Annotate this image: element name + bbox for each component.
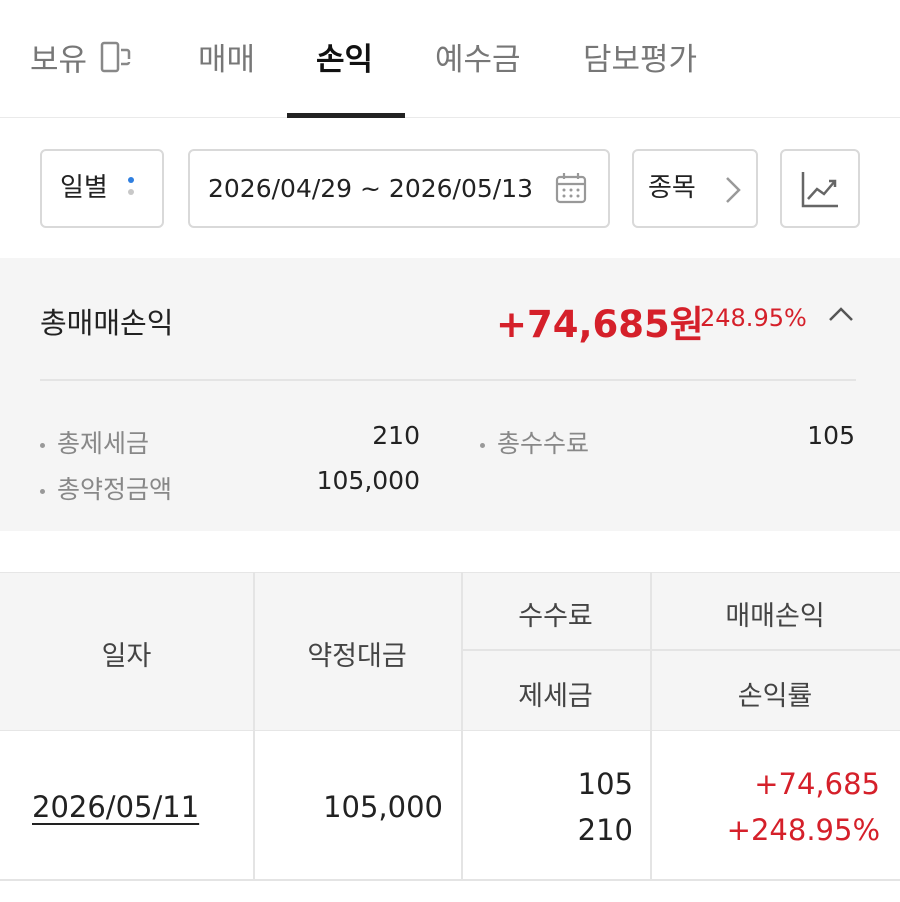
line-chart-icon [800,169,840,213]
row-contract-amount: 105,000 [323,790,443,824]
total-fee-value: 105 [807,421,855,450]
summary-title: 총매매손익 [40,306,174,340]
total-fee-label: 총수수료 [480,424,589,460]
tab-profit-loss[interactable]: 손익 [316,40,373,80]
row-pnl-rate: +248.95% [726,813,880,847]
header-pnl-rate: 손익률 [737,681,813,712]
header-tax: 제세금 [518,681,593,712]
date-range-text: 2026/04/29 ~ 2026/05/13 [208,174,534,203]
row-tax: 210 [577,813,633,847]
active-tab-indicator [287,113,405,118]
chart-button[interactable] [780,149,860,228]
row-fee: 105 [577,767,633,801]
tab-holdings[interactable]: 보유 [30,40,133,84]
stock-select-button[interactable]: 종목 [632,149,758,228]
total-contract-value: 105,000 [316,466,420,495]
total-tax-label: 총제세금 [40,424,149,460]
header-contract-amount: 약정대금 [307,641,407,672]
tab-deposit[interactable]: 예수금 [435,40,521,80]
summary-divider [40,379,856,381]
summary-amount: +74,685원 [496,303,704,346]
more-dots-icon [128,177,134,201]
row-pnl: +74,685 [754,767,880,801]
phone-icon [99,40,133,84]
total-tax-value: 210 [372,421,420,450]
date-range-picker[interactable]: 2026/04/29 ~ 2026/05/13 [188,149,610,228]
row-date-link[interactable]: 2026/05/11 [32,790,199,824]
total-contract-label: 총약정금액 [40,470,172,506]
tab-bar: 보유 매매 손익 예수금 담보평가 [0,0,900,118]
header-fee: 수수료 [518,601,593,632]
calendar-icon [554,171,588,209]
tab-holdings-label: 보유 [30,42,88,79]
tab-trades[interactable]: 매매 [198,40,255,80]
chevron-right-icon [724,175,742,209]
summary-rate: 248.95% [700,304,807,332]
chevron-up-icon[interactable] [828,306,854,326]
period-select-label: 일별 [60,173,108,203]
tab-collateral[interactable]: 담보평가 [583,40,697,80]
header-pnl: 매매손익 [725,601,825,632]
profit-summary-panel: 총매매손익 +74,685원 248.95% 총제세금 210 총수수료 105… [0,258,900,531]
stock-select-label: 종목 [648,173,696,203]
period-select[interactable]: 일별 [40,149,164,228]
header-date: 일자 [101,641,152,672]
